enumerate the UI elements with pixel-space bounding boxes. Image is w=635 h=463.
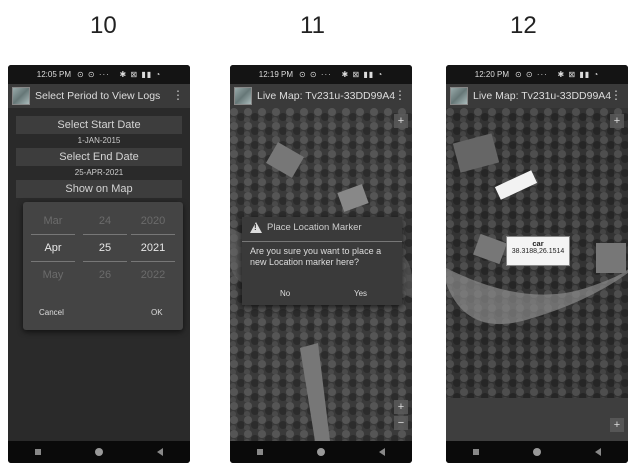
month-next[interactable]: May (31, 262, 75, 288)
zoom-out-button[interactable]: − (394, 416, 408, 430)
marker-name: car (532, 239, 544, 248)
system-nav-bar (446, 441, 628, 463)
status-bar: 12:20 PM ⊙ ⊙ ··· ✱ ⊠ ▮▮ ◔ (446, 65, 628, 84)
warning-icon (250, 222, 262, 233)
dialog-title: Place Location Marker (250, 222, 362, 233)
month-selected[interactable]: Apr (31, 234, 75, 262)
figure-number-11: 11 (300, 12, 325, 39)
status-bar: 12:19 PM ⊙ ⊙ ··· ✱ ⊠ ▮▮ ◔ (230, 65, 412, 84)
home-icon[interactable] (317, 448, 325, 456)
zoom-in-button[interactable]: + (394, 400, 408, 414)
back-icon[interactable] (379, 448, 385, 456)
compass-icon[interactable]: + (610, 114, 624, 128)
compass-icon[interactable]: + (394, 114, 408, 128)
app-title: Select Period to View Logs (35, 90, 161, 102)
period-form: Select Start Date 1-JAN-2015 Select End … (8, 108, 190, 441)
recents-icon[interactable] (473, 449, 479, 455)
zoom-in-button[interactable]: + (610, 418, 624, 432)
status-time: 12:20 PM (474, 70, 509, 79)
figure-number-10: 10 (90, 12, 117, 39)
app-bar: Live Map: Tv231u-33DD99A4 ⋮ (446, 84, 628, 108)
back-icon[interactable] (595, 448, 601, 456)
app-logo-icon (12, 87, 30, 105)
month-column[interactable]: Mar Apr May (31, 208, 75, 288)
overflow-menu-icon[interactable]: ⋮ (172, 88, 184, 102)
day-column[interactable]: 24 25 26 (83, 208, 127, 288)
status-bar: 12:05 PM ⊙ ⊙ ··· ✱ ⊠ ▮▮ ◔ (8, 65, 190, 84)
status-icons: ⊙ ⊙ ··· ✱ ⊠ ▮▮ ◔ (515, 70, 600, 79)
no-button[interactable]: No (280, 289, 290, 298)
status-time: 12:19 PM (258, 70, 293, 79)
marker-coordinates: 38.3188,26.1514 (511, 248, 565, 255)
year-next[interactable]: 2022 (131, 262, 175, 288)
app-bar: Select Period to View Logs ⋮ (8, 84, 190, 108)
recents-icon[interactable] (35, 449, 41, 455)
ok-button[interactable]: OK (151, 308, 163, 317)
end-date-value: 25-APR-2021 (74, 168, 124, 177)
start-date-value: 1-JAN-2015 (77, 136, 121, 145)
satellite-map[interactable]: + + − Place Location Marker Are you sure… (230, 108, 412, 441)
satellite-map[interactable]: + + car 38.3188,26.1514 (446, 108, 628, 441)
place-marker-dialog: Place Location Marker Are you sure you w… (242, 217, 402, 305)
day-prev[interactable]: 24 (83, 208, 127, 234)
home-icon[interactable] (95, 448, 103, 456)
year-prev[interactable]: 2020 (131, 208, 175, 234)
app-logo-icon (450, 87, 468, 105)
figure-number-12: 12 (510, 12, 537, 39)
select-start-date-button[interactable]: Select Start Date (16, 116, 182, 134)
system-nav-bar (8, 441, 190, 463)
back-icon[interactable] (157, 448, 163, 456)
show-on-map-button[interactable]: Show on Map (16, 180, 182, 198)
phone-screen-12: 12:20 PM ⊙ ⊙ ··· ✱ ⊠ ▮▮ ◔ Live Map: Tv23… (446, 65, 628, 463)
yes-button[interactable]: Yes (354, 289, 367, 298)
home-icon[interactable] (533, 448, 541, 456)
phone-screen-10: 12:05 PM ⊙ ⊙ ··· ✱ ⊠ ▮▮ ◔ Select Period … (8, 65, 190, 463)
dialog-message: Are you sure you want to place a new Loc… (250, 246, 382, 267)
dialog-title-text: Place Location Marker (267, 222, 362, 233)
satellite-imagery (446, 108, 628, 441)
phone-screen-11: 12:19 PM ⊙ ⊙ ··· ✱ ⊠ ▮▮ ◔ Live Map: Tv23… (230, 65, 412, 463)
dialog-divider (242, 241, 402, 242)
status-time: 12:05 PM (36, 70, 71, 79)
year-column[interactable]: 2020 2021 2022 (131, 208, 175, 288)
app-bar: Live Map: Tv231u-33DD99A4 ⋮ (230, 84, 412, 108)
cancel-button[interactable]: Cancel (39, 308, 64, 317)
app-title: Live Map: Tv231u-33DD99A4 (473, 90, 612, 102)
day-next[interactable]: 26 (83, 262, 127, 288)
status-icons: ⊙ ⊙ ··· ✱ ⊠ ▮▮ ◔ (77, 70, 162, 79)
app-logo-icon (234, 87, 252, 105)
system-nav-bar (230, 441, 412, 463)
select-end-date-button[interactable]: Select End Date (16, 148, 182, 166)
app-title: Live Map: Tv231u-33DD99A4 (257, 90, 396, 102)
location-marker-label[interactable]: car 38.3188,26.1514 (506, 236, 570, 266)
status-icons: ⊙ ⊙ ··· ✱ ⊠ ▮▮ ◔ (299, 70, 384, 79)
day-selected[interactable]: 25 (83, 234, 127, 262)
overflow-menu-icon[interactable]: ⋮ (394, 88, 406, 102)
overflow-menu-icon[interactable]: ⋮ (610, 88, 622, 102)
recents-icon[interactable] (257, 449, 263, 455)
date-picker-dialog: Mar Apr May 24 25 26 2020 2021 2022 Canc… (23, 202, 183, 330)
year-selected[interactable]: 2021 (131, 234, 175, 262)
month-prev[interactable]: Mar (31, 208, 75, 234)
